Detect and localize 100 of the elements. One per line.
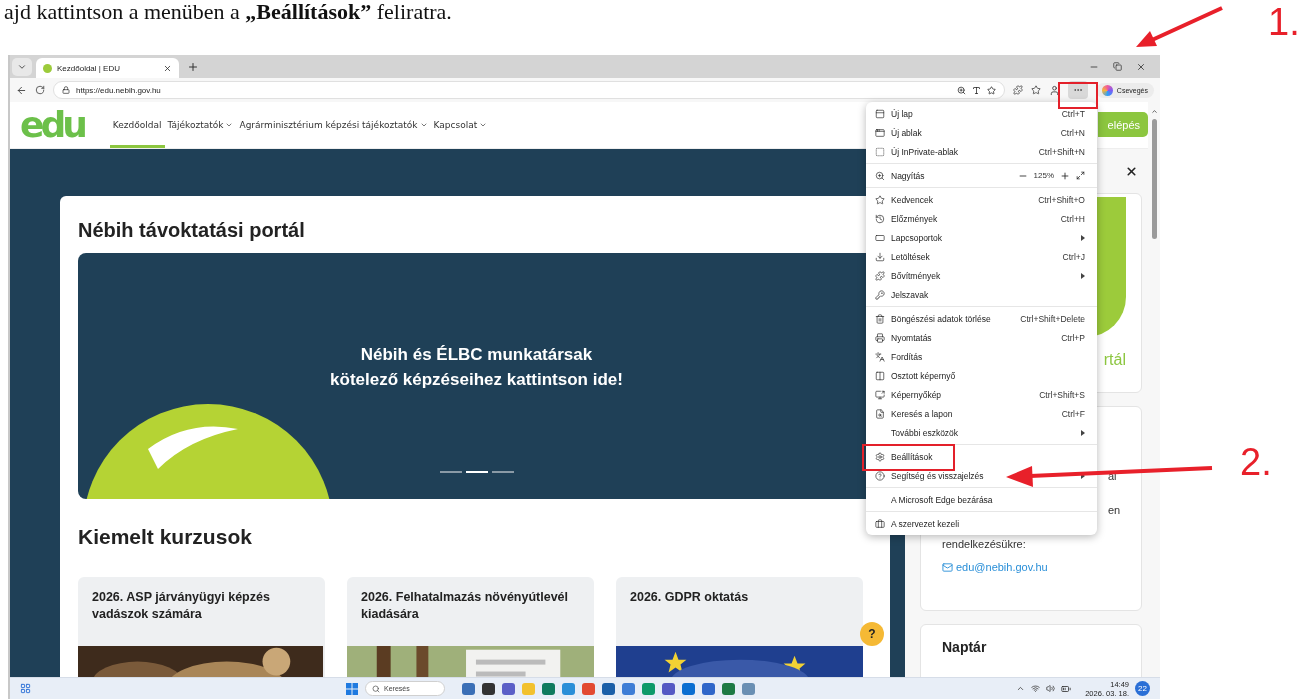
screenshot-icon <box>875 389 885 400</box>
shortcut-label: Ctrl+P <box>1061 332 1085 343</box>
menu-item[interactable]: Új lap Ctrl+T <box>866 104 1097 123</box>
copilot-icon <box>1101 84 1113 96</box>
slide-indicator[interactable] <box>465 471 488 473</box>
read-aloud-icon[interactable] <box>971 85 981 95</box>
tab-icon <box>875 108 885 119</box>
course-title: 2026. ASP járványügyi képzés vadászok számára <box>91 589 271 623</box>
printer-icon <box>875 332 885 343</box>
menu-item[interactable]: A Microsoft Edge bezárása <box>866 490 1097 509</box>
restore-icon[interactable] <box>1113 61 1122 71</box>
chevron-down-icon <box>419 121 428 129</box>
search-icon <box>372 684 380 693</box>
menu-label: Nagyítás <box>891 170 926 181</box>
nav-link[interactable]: Agrárminisztérium képzési tájékoztatók <box>236 102 431 148</box>
volume-icon[interactable] <box>1046 684 1056 693</box>
shortcut-label: Ctrl+Shift+Delete <box>1020 313 1085 324</box>
help-icon <box>875 470 885 481</box>
submenu-arrow-icon <box>1081 429 1085 436</box>
wifi-icon[interactable] <box>1031 684 1041 693</box>
key-icon <box>875 289 885 300</box>
extensions-icon[interactable] <box>1012 85 1023 95</box>
menu-item[interactable]: Új InPrivate-ablak Ctrl+Shift+N <box>866 142 1097 161</box>
browser-tab[interactable]: Kezdőoldal | EDU <box>36 58 179 78</box>
submenu-arrow-icon <box>1081 234 1085 241</box>
app-icon[interactable] <box>662 682 675 695</box>
shortcut-label: Ctrl+H <box>1060 213 1085 224</box>
zoom-in-button[interactable] <box>1060 170 1070 181</box>
star-icon[interactable] <box>986 85 996 95</box>
app-icon[interactable] <box>482 682 495 695</box>
email-link[interactable]: edu@nebih.gov.hu <box>942 561 1048 573</box>
shortcut-label: Ctrl+F <box>1061 408 1085 419</box>
shortcut-label: Ctrl+N <box>1060 127 1085 138</box>
instruction-text: ajd kattintson a menüben a „Beállítások” feliratra. <box>3 0 452 24</box>
shortcut-label: Ctrl+Shift+O <box>1038 194 1085 205</box>
course-card[interactable]: 2026. Felhatalmazás növényútlevél kiadására <box>347 577 594 677</box>
course-title: 2026. GDPR oktatás <box>629 589 750 606</box>
card-text: en <box>1108 503 1121 518</box>
fullscreen-button[interactable] <box>1076 171 1085 180</box>
battery-icon[interactable] <box>1061 683 1072 694</box>
refresh-icon[interactable] <box>35 85 45 95</box>
menu-item[interactable]: Kedvencek Ctrl+Shift+O <box>866 190 1097 209</box>
translate-icon <box>875 351 885 362</box>
address-field[interactable]: https://edu.nebih.gov.hu <box>53 81 1005 99</box>
star-icon <box>875 194 885 205</box>
notification-badge[interactable]: 22 <box>1135 681 1150 696</box>
chevron-down-icon <box>479 121 488 129</box>
history-icon <box>875 213 885 224</box>
page-title: Nébih távoktatási portál <box>78 218 306 242</box>
shortcut-label: Ctrl+Shift+N <box>1038 146 1085 157</box>
highlight-frame <box>1058 82 1098 109</box>
lock-icon <box>62 86 70 94</box>
step-number: 1. <box>1268 2 1300 42</box>
card-caption: rtál <box>1103 351 1126 369</box>
menu-item[interactable]: A szervezet kezeli <box>866 514 1097 533</box>
app-icon[interactable] <box>602 682 615 695</box>
tab-groups-icon <box>875 232 885 243</box>
zoom-value: 125% <box>1033 171 1054 180</box>
profile-icon[interactable] <box>1048 84 1060 96</box>
menu-item[interactable]: Lapcsoportok <box>866 228 1097 247</box>
submenu-arrow-icon <box>1081 272 1085 279</box>
scroll-up-icon <box>1150 108 1158 115</box>
chevron-down-icon <box>225 121 234 129</box>
close-icon[interactable] <box>163 63 172 73</box>
chevron-up-icon[interactable] <box>1016 684 1026 693</box>
shortcut-label: Ctrl+Shift+S <box>1039 389 1085 400</box>
menu-item[interactable]: Új ablak Ctrl+N <box>866 123 1097 142</box>
card-text: rendelkezésükre: <box>942 537 1026 552</box>
close-icon[interactable] <box>1125 164 1138 178</box>
menu-item[interactable]: Előzmények Ctrl+H <box>866 209 1097 228</box>
split-screen-icon <box>875 370 885 381</box>
nav-link[interactable]: Kapcsolat <box>430 102 491 148</box>
section-title: Kiemelt kurzusok <box>78 524 253 550</box>
scrollbar-thumb[interactable] <box>1151 119 1157 239</box>
nav-link[interactable]: Tájékoztatók <box>164 102 237 148</box>
app-icon[interactable] <box>722 682 735 695</box>
settings-icon <box>875 451 885 462</box>
course-card[interactable]: 2026. ASP járványügyi képzés vadászok számára <box>78 577 325 677</box>
zoom-icon <box>875 170 885 181</box>
mail-icon <box>942 561 953 573</box>
app-icon[interactable] <box>502 682 515 695</box>
course-title: 2026. Felhatalmazás növényútlevél kiadására <box>360 589 570 623</box>
start-icon[interactable] <box>346 682 358 695</box>
course-card[interactable]: 2026. GDPR oktatás <box>616 577 863 677</box>
chevron-down-icon <box>17 62 27 72</box>
step-number: 2. <box>1240 442 1272 482</box>
briefcase-icon <box>875 518 885 529</box>
shortcut-label: Ctrl+T <box>1061 108 1085 119</box>
favorites-icon[interactable] <box>1030 85 1041 95</box>
zoom-icon[interactable] <box>956 85 966 95</box>
widgets-icon[interactable] <box>20 683 31 694</box>
app-icon[interactable] <box>702 682 715 695</box>
puzzle-icon <box>875 270 885 281</box>
menu-item[interactable]: Segítség és visszajelzés <box>866 466 1097 485</box>
window-icon <box>875 127 885 138</box>
plus-icon <box>187 61 199 73</box>
find-icon <box>875 408 885 419</box>
back-icon[interactable] <box>16 84 27 96</box>
favicon-icon <box>43 63 52 73</box>
card-title: Naptár <box>942 639 988 655</box>
